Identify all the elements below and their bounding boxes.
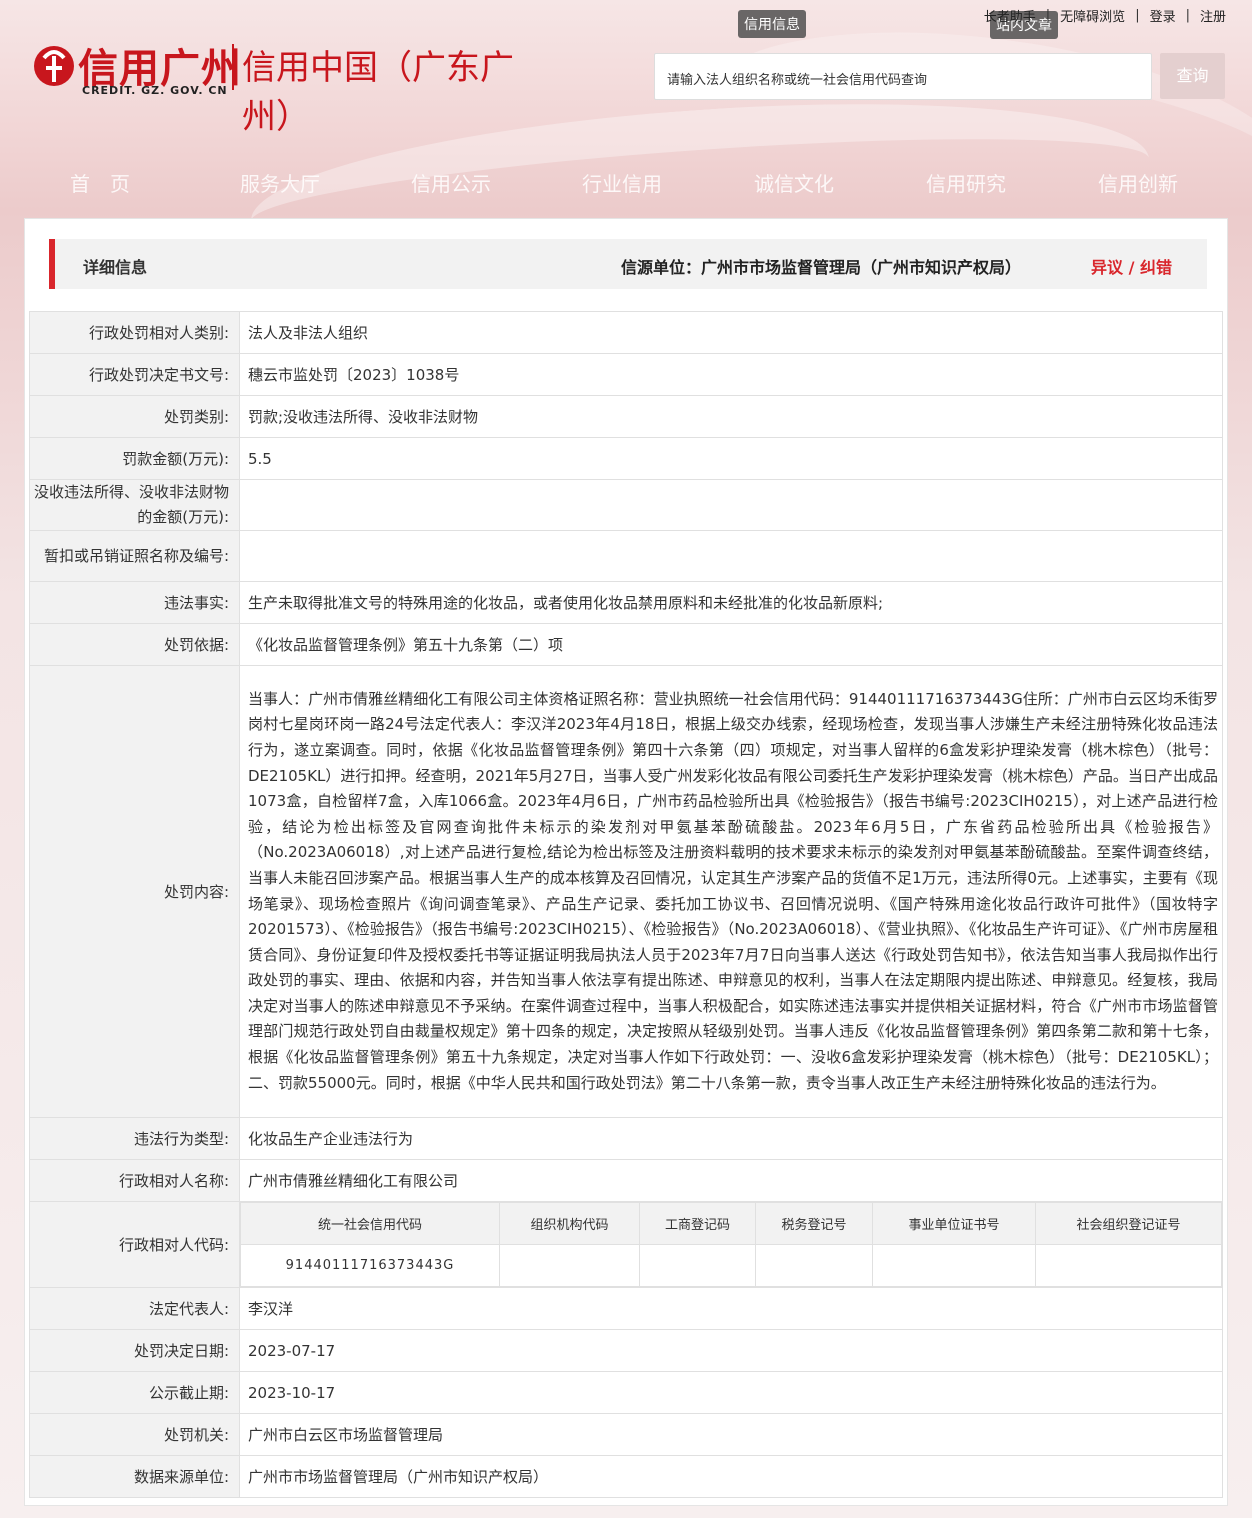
field-value: 2023-10-17 (239, 1371, 1223, 1414)
table-row: 行政处罚相对人类别: 法人及非法人组织 (29, 311, 1223, 354)
table-row: 行政相对人名称: 广州市倩雅丝精细化工有限公司 (29, 1159, 1223, 1202)
codes-value (755, 1244, 873, 1287)
codes-value (639, 1244, 756, 1287)
table-row: 违法事实: 生产未取得批准文号的特殊用途的化妆品，或者使用化妆品禁用原料和未经批… (29, 581, 1223, 624)
field-value: 生产未取得批准文号的特殊用途的化妆品，或者使用化妆品禁用原料和未经批准的化妆品新… (239, 581, 1223, 624)
field-value: 《化妆品监督管理条例》第五十九条第（二）项 (239, 623, 1223, 666)
codes-header: 事业单位证书号 (872, 1202, 1036, 1245)
codes-cell: 统一社会信用代码 组织机构代码 工商登记码 税务登记号 事业单位证书号 社会组织… (239, 1201, 1223, 1288)
detail-table: 行政处罚相对人类别: 法人及非法人组织 行政处罚决定书文号: 穗云市监处罚〔20… (29, 311, 1223, 1498)
site-header: 信用广州 CREDIT. GZ. GOV. CN 信用中国（广东广州） 信用信息… (0, 0, 1252, 218)
table-row: 处罚类别: 罚款;没收违法所得、没收非法财物 (29, 395, 1223, 438)
search-input[interactable]: 请输入法人组织名称或统一社会信用代码查询 (654, 53, 1152, 100)
field-label: 处罚依据: (29, 623, 240, 666)
table-row: 暂扣或吊销证照名称及编号: (29, 530, 1223, 582)
table-row: 行政处罚决定书文号: 穗云市监处罚〔2023〕1038号 (29, 353, 1223, 396)
divider: | (1135, 8, 1140, 23)
nav-credit-publicity[interactable]: 信用公示 (411, 168, 491, 197)
table-row: 数据来源单位: 广州市市场监督管理局（广州市知识产权局） (29, 1455, 1223, 1498)
field-label: 处罚决定日期: (29, 1329, 240, 1372)
field-label: 行政处罚决定书文号: (29, 353, 240, 396)
field-value (239, 479, 1223, 531)
detail-title: 详细信息 (83, 258, 148, 277)
site-logo[interactable]: 信用广州 CREDIT. GZ. GOV. CN 信用中国（广东广州） (32, 34, 552, 137)
source-unit: 信源单位：广州市市场监督管理局（广州市知识产权局） (621, 258, 1022, 277)
register-link[interactable]: 注册 (1200, 6, 1226, 25)
nav-credit-research[interactable]: 信用研究 (926, 168, 1006, 197)
divider: | (1045, 8, 1051, 23)
field-label: 处罚类别: (29, 395, 240, 438)
logo-domain: CREDIT. GZ. GOV. CN (82, 84, 228, 97)
elder-assist-link[interactable]: 长者助手 (984, 6, 1036, 25)
codes-table: 统一社会信用代码 组织机构代码 工商登记码 税务登记号 事业单位证书号 社会组织… (240, 1202, 1222, 1287)
search-button[interactable]: 查询 (1160, 53, 1225, 99)
field-label: 罚款金额(万元): (29, 437, 240, 480)
field-label: 法定代表人: (29, 1287, 240, 1330)
table-row: 行政相对人代码: 统一社会信用代码 组织机构代码 工商登记码 税务登记号 事业单… (29, 1201, 1223, 1288)
field-label: 没收违法所得、没收非法财物的金额(万元): (29, 479, 240, 531)
site-title: 信用中国（广东广州） (242, 48, 514, 137)
codes-header: 统一社会信用代码 (240, 1202, 500, 1245)
table-row: 处罚机关: 广州市白云区市场监督管理局 (29, 1413, 1223, 1456)
field-value: 广州市倩雅丝精细化工有限公司 (239, 1159, 1223, 1202)
field-label: 数据来源单位: (29, 1455, 240, 1498)
title-accent (49, 239, 55, 289)
field-label: 违法行为类型: (29, 1117, 240, 1160)
field-label: 暂扣或吊销证照名称及编号: (29, 530, 240, 582)
field-value: 广州市白云区市场监督管理局 (239, 1413, 1223, 1456)
field-value: 化妆品生产企业违法行为 (239, 1117, 1223, 1160)
field-label: 违法事实: (29, 581, 240, 624)
field-value (239, 530, 1223, 582)
codes-value (872, 1244, 1036, 1287)
codes-value-row: 91440111716373443G (240, 1244, 1222, 1287)
table-row: 没收违法所得、没收非法财物的金额(万元): (29, 479, 1223, 531)
table-row: 违法行为类型: 化妆品生产企业违法行为 (29, 1117, 1223, 1160)
tab-credit-info[interactable]: 信用信息 (738, 10, 806, 38)
logo-mark-icon (34, 46, 74, 86)
table-row: 处罚依据: 《化妆品监督管理条例》第五十九条第（二）项 (29, 623, 1223, 666)
field-value: 穗云市监处罚〔2023〕1038号 (239, 353, 1223, 396)
field-value: 罚款;没收违法所得、没收非法财物 (239, 395, 1223, 438)
nav-industry-credit[interactable]: 行业信用 (582, 168, 662, 197)
field-value: 2023-07-17 (239, 1329, 1223, 1372)
table-row: 处罚决定日期: 2023-07-17 (29, 1329, 1223, 1372)
nav-integrity-culture[interactable]: 诚信文化 (754, 168, 834, 197)
nav-service-hall[interactable]: 服务大厅 (240, 168, 320, 197)
field-label: 处罚内容: (29, 665, 240, 1118)
table-row: 法定代表人: 李汉洋 (29, 1287, 1223, 1330)
accessibility-link[interactable]: 无障碍浏览 (1060, 6, 1125, 25)
codes-header: 社会组织登记证号 (1035, 1202, 1222, 1245)
logo-divider (232, 44, 234, 90)
table-row: 处罚内容: 当事人：广州市倩雅丝精细化工有限公司主体资格证照名称：营业执照统一社… (29, 665, 1223, 1118)
nav-credit-innovation[interactable]: 信用创新 (1098, 168, 1178, 197)
detail-panel: 详细信息 信源单位：广州市市场监督管理局（广州市知识产权局） 异议 / 纠错 行… (24, 218, 1228, 1506)
field-value: 李汉洋 (239, 1287, 1223, 1330)
field-label: 行政相对人代码: (29, 1201, 240, 1288)
field-value: 广州市市场监督管理局（广州市知识产权局） (239, 1455, 1223, 1498)
objection-link[interactable]: 异议 / 纠错 (1091, 254, 1172, 278)
field-label: 行政处罚相对人类别: (29, 311, 240, 354)
top-links: 长者助手 | 无障碍浏览 | 登录 | 注册 (984, 6, 1226, 25)
table-row: 罚款金额(万元): 5.5 (29, 437, 1223, 480)
field-label: 处罚机关: (29, 1413, 240, 1456)
table-row: 公示截止期: 2023-10-17 (29, 1371, 1223, 1414)
codes-value (499, 1244, 640, 1287)
field-label: 行政相对人名称: (29, 1159, 240, 1202)
login-link[interactable]: 登录 (1150, 6, 1176, 25)
codes-header: 组织机构代码 (499, 1202, 640, 1245)
main-nav: 首 页 服务大厅 信用公示 行业信用 诚信文化 信用研究 信用创新 (0, 168, 1252, 200)
field-value: 法人及非法人组织 (239, 311, 1223, 354)
field-value: 5.5 (239, 437, 1223, 480)
codes-value (1035, 1244, 1222, 1287)
detail-titlebar: 详细信息 信源单位：广州市市场监督管理局（广州市知识产权局） 异议 / 纠错 (49, 239, 1207, 289)
field-label: 公示截止期: (29, 1371, 240, 1414)
codes-header-row: 统一社会信用代码 组织机构代码 工商登记码 税务登记号 事业单位证书号 社会组织… (240, 1202, 1222, 1245)
codes-header: 工商登记码 (639, 1202, 756, 1245)
divider: | (1185, 8, 1190, 23)
credit-code-value: 91440111716373443G (240, 1244, 500, 1287)
nav-home[interactable]: 首 页 (70, 168, 130, 197)
penalty-content: 当事人：广州市倩雅丝精细化工有限公司主体资格证照名称：营业执照统一社会信用代码：… (239, 665, 1223, 1118)
codes-header: 税务登记号 (755, 1202, 873, 1245)
